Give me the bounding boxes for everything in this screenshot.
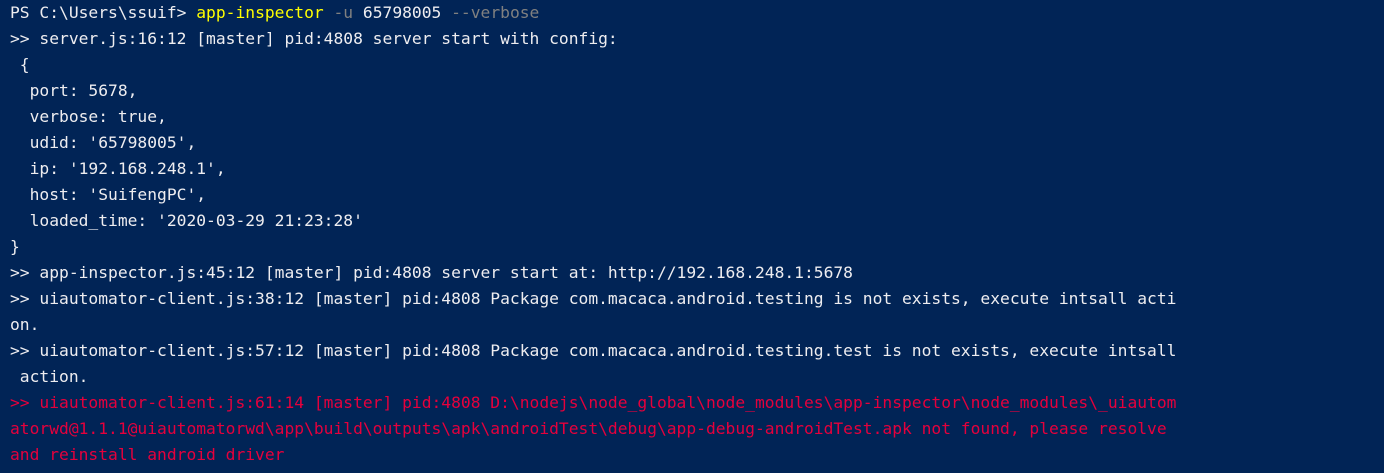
output-line: >> uiautomator-client.js:38:12 [master] …	[10, 289, 1177, 308]
output-line: action.	[10, 367, 89, 386]
error-line: >> uiautomator-client.js:61:14 [master] …	[10, 393, 1177, 412]
terminal-window[interactable]: PS C:\Users\ssuif> app-inspector -u 6579…	[0, 0, 1384, 473]
output-line: host: 'SuifengPC',	[10, 185, 207, 204]
output-line: >> server.js:16:12 [master] pid:4808 ser…	[10, 29, 618, 48]
command-name: app-inspector	[196, 3, 324, 22]
flag-verbose: --verbose	[441, 3, 540, 22]
output-line: ip: '192.168.248.1',	[10, 159, 226, 178]
output-line: >> app-inspector.js:45:12 [master] pid:4…	[10, 263, 853, 282]
error-line: atorwd@1.1.1@uiautomatorwd\app\build\out…	[10, 419, 1167, 438]
output-line: loaded_time: '2020-03-29 21:23:28'	[10, 211, 363, 230]
shell-prompt: PS C:\Users\ssuif>	[10, 3, 197, 22]
error-line: and reinstall android driver	[10, 445, 285, 464]
output-line: {	[10, 55, 30, 74]
output-line: >> uiautomator-client.js:57:12 [master] …	[10, 341, 1177, 360]
output-line: udid: '65798005',	[10, 133, 197, 152]
output-line: }	[10, 237, 20, 256]
output-line: port: 5678,	[10, 81, 138, 100]
command-line: PS C:\Users\ssuif> app-inspector -u 6579…	[10, 0, 1374, 26]
flag-u: -u	[323, 3, 363, 22]
output-line: verbose: true,	[10, 107, 167, 126]
output-line: on.	[10, 315, 40, 334]
udid-argument: 65798005	[362, 3, 442, 22]
